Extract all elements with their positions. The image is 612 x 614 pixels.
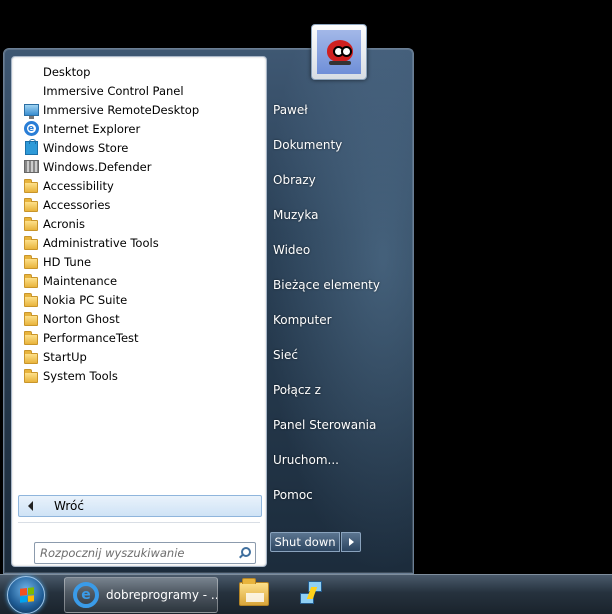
- program-item[interactable]: Nokia PC Suite: [12, 290, 266, 309]
- folder-icon: [23, 235, 39, 251]
- program-label: Immersive RemoteDesktop: [43, 102, 200, 117]
- programs-pane: Desktop Immersive Control Panel Immersive …: [11, 56, 267, 567]
- search-icon[interactable]: [238, 547, 251, 559]
- folder-icon: [23, 349, 39, 365]
- right-link[interactable]: Pomoc: [273, 485, 313, 505]
- program-label: StartUp: [43, 349, 87, 364]
- program-label: Norton Ghost: [43, 311, 120, 326]
- program-label: Accessibility: [43, 178, 114, 193]
- program-item[interactable]: Immersive RemoteDesktop: [12, 100, 266, 119]
- taskbar: e dobreprogramy - ...: [0, 574, 612, 614]
- program-label: HD Tune: [43, 254, 92, 269]
- right-link[interactable]: Paweł: [273, 100, 308, 120]
- program-label: Nokia PC Suite: [43, 292, 128, 307]
- right-link[interactable]: Dokumenty: [273, 135, 342, 155]
- folder-icon: [23, 330, 39, 346]
- programs-list: Desktop Immersive Control Panel Immersive …: [12, 62, 266, 385]
- program-item[interactable]: StartUp: [12, 347, 266, 366]
- search-input[interactable]: [40, 546, 220, 560]
- program-label: PerformanceTest: [43, 330, 139, 345]
- program-label: Windows Store: [43, 140, 129, 155]
- ladybug-icon: [327, 40, 353, 62]
- program-label: System Tools: [43, 368, 118, 383]
- program-item[interactable]: HD Tune: [12, 252, 266, 271]
- folder-icon: [23, 197, 39, 213]
- avatar-picture: [317, 30, 361, 74]
- program-label: Accessories: [43, 197, 111, 212]
- windows-logo-icon: [20, 587, 34, 603]
- program-item[interactable]: Windows.Defender: [12, 157, 266, 176]
- back-arrow-icon: [28, 501, 33, 511]
- right-link[interactable]: Sieć: [273, 345, 298, 365]
- shutdown-options-button[interactable]: [341, 532, 361, 552]
- folder-icon: [23, 311, 39, 327]
- program-item[interactable]: System Tools: [12, 366, 266, 385]
- program-item[interactable]: Acronis: [12, 214, 266, 233]
- back-button[interactable]: Wróć: [18, 495, 262, 517]
- program-item[interactable]: Desktop: [12, 62, 266, 81]
- user-avatar[interactable]: [311, 24, 367, 80]
- ladybug-feet: [329, 61, 351, 65]
- start-menu: Desktop Immersive Control Panel Immersive …: [3, 48, 414, 574]
- windows-store-icon: [23, 138, 39, 156]
- program-item[interactable]: Accessibility: [12, 176, 266, 195]
- internet-explorer-icon: e: [23, 121, 39, 137]
- program-label: Administrative Tools: [43, 235, 159, 250]
- right-link[interactable]: Panel Sterowania: [273, 415, 376, 435]
- right-link[interactable]: Muzyka: [273, 205, 318, 225]
- taskbar-item-browser[interactable]: e dobreprogramy - ...: [64, 577, 218, 613]
- program-item[interactable]: Administrative Tools: [12, 233, 266, 252]
- right-link[interactable]: Wideo: [273, 240, 310, 260]
- program-label: Internet Explorer: [43, 121, 141, 136]
- internet-explorer-icon: e: [73, 582, 99, 608]
- program-label: Desktop: [43, 64, 91, 79]
- right-link[interactable]: Połącz z: [273, 380, 321, 400]
- program-label: Maintenance: [43, 273, 118, 288]
- program-item[interactable]: Maintenance: [12, 271, 266, 290]
- network-connection-icon[interactable]: [300, 581, 322, 607]
- shutdown-button[interactable]: Shut down: [270, 532, 340, 552]
- start-button[interactable]: [7, 576, 45, 614]
- right-link[interactable]: Uruchom...: [273, 450, 339, 470]
- right-link[interactable]: Bieżące elementy: [273, 275, 380, 295]
- search-box[interactable]: [34, 542, 256, 564]
- right-link[interactable]: Obrazy: [273, 170, 316, 190]
- program-item[interactable]: PerformanceTest: [12, 328, 266, 347]
- folder-icon: [23, 216, 39, 232]
- back-label: Wróć: [54, 499, 84, 513]
- program-label: Windows.Defender: [43, 159, 152, 174]
- remote-desktop-icon: [23, 102, 39, 119]
- explorer-folder-icon[interactable]: [239, 578, 269, 606]
- folder-icon: [23, 368, 39, 384]
- divider: [18, 522, 260, 523]
- folder-icon: [23, 292, 39, 308]
- program-item[interactable]: Norton Ghost: [12, 309, 266, 328]
- folder-icon: [23, 254, 39, 270]
- taskbar-item-label: dobreprogramy - ...: [106, 588, 218, 602]
- program-label: Immersive Control Panel: [43, 83, 184, 98]
- program-label: Acronis: [43, 216, 85, 231]
- right-link[interactable]: Komputer: [273, 310, 332, 330]
- program-item[interactable]: Windows Store: [12, 138, 266, 157]
- folder-icon: [23, 273, 39, 289]
- arrow-right-icon: [348, 538, 354, 546]
- windows-defender-icon: [23, 159, 39, 175]
- program-item[interactable]: Immersive Control Panel: [12, 81, 266, 100]
- program-item[interactable]: e Internet Explorer: [12, 119, 266, 138]
- folder-icon: [23, 178, 39, 194]
- program-item[interactable]: Accessories: [12, 195, 266, 214]
